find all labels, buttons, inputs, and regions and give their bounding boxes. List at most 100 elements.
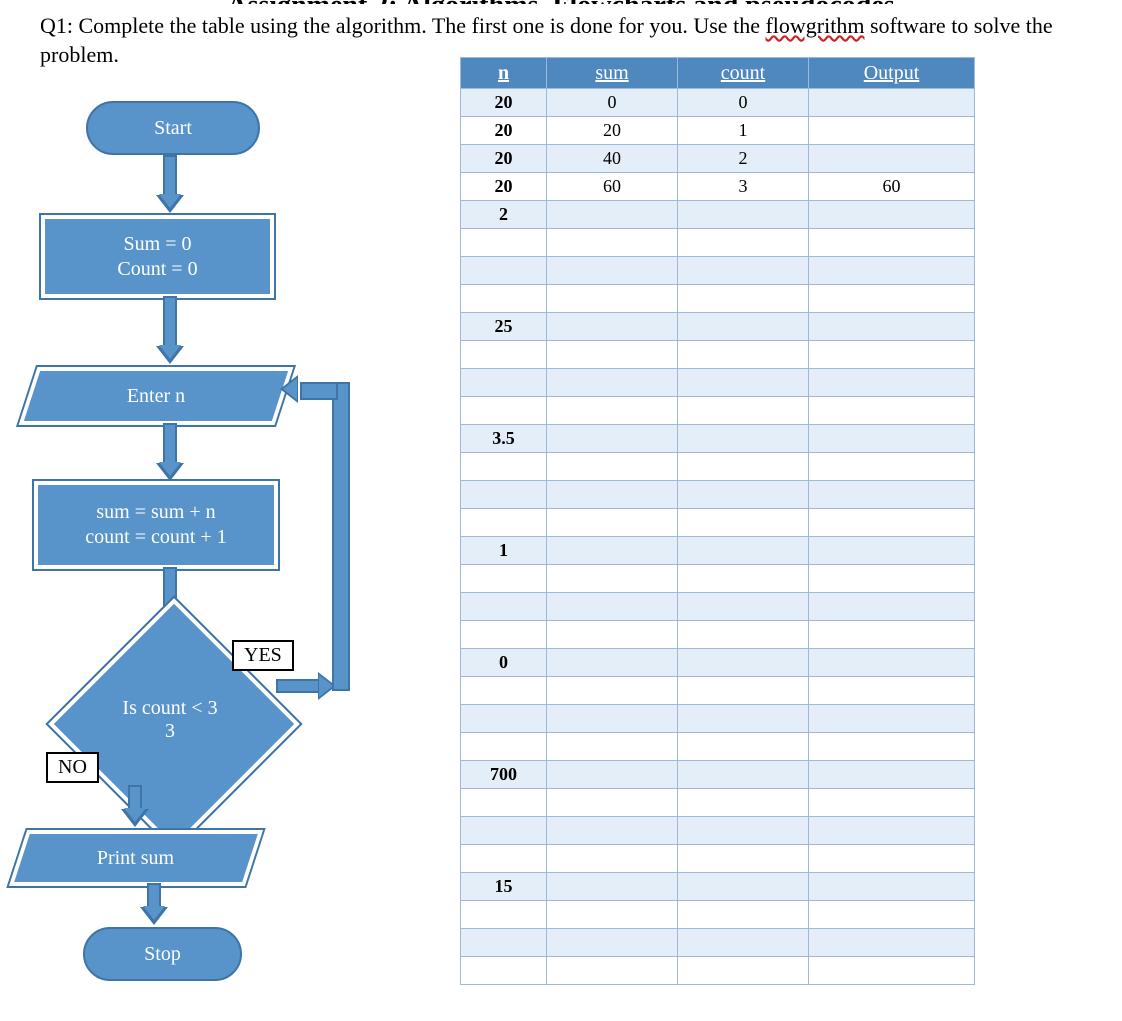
col-count: count [678, 58, 809, 89]
cell-sum [547, 761, 678, 789]
cell-sum [547, 565, 678, 593]
table-row [461, 593, 975, 621]
cell-count [678, 677, 809, 705]
cell-sum [547, 509, 678, 537]
table-row: 2060360 [461, 173, 975, 201]
cell-out [809, 873, 975, 901]
table-row [461, 957, 975, 985]
cell-sum [547, 621, 678, 649]
table-row [461, 369, 975, 397]
table-row: 20201 [461, 117, 975, 145]
cell-out [809, 621, 975, 649]
cell-count [678, 397, 809, 425]
cell-out [809, 117, 975, 145]
cell-count [678, 285, 809, 313]
cell-sum [547, 397, 678, 425]
cell-count [678, 425, 809, 453]
cell-out [809, 957, 975, 985]
cell-n [461, 901, 547, 929]
cell-count [678, 201, 809, 229]
cell-n [461, 817, 547, 845]
cell-out: 60 [809, 173, 975, 201]
cell-n [461, 733, 547, 761]
cell-out [809, 565, 975, 593]
cell-out [809, 817, 975, 845]
cell-sum [547, 285, 678, 313]
cell-n [461, 229, 547, 257]
table-row [461, 817, 975, 845]
cell-out [809, 649, 975, 677]
cell-count [678, 845, 809, 873]
cell-sum [547, 957, 678, 985]
cell-sum [547, 789, 678, 817]
cell-count [678, 929, 809, 957]
cell-n: 1 [461, 537, 547, 565]
cell-out [809, 677, 975, 705]
cell-sum [547, 901, 678, 929]
cell-out [809, 257, 975, 285]
cell-count [678, 649, 809, 677]
cell-sum [547, 845, 678, 873]
cell-n [461, 453, 547, 481]
cell-count [678, 257, 809, 285]
page-title: Assignment 2: Algorithms, Flowcharts and… [0, 0, 1122, 4]
cell-out [809, 397, 975, 425]
cell-sum [547, 341, 678, 369]
cell-n [461, 705, 547, 733]
cell-out [809, 341, 975, 369]
cell-n: 25 [461, 313, 547, 341]
table-row [461, 789, 975, 817]
cell-count [678, 229, 809, 257]
cell-count [678, 733, 809, 761]
cell-sum [547, 453, 678, 481]
question-label: Q1: [40, 13, 73, 38]
table-row [461, 341, 975, 369]
cell-sum [547, 649, 678, 677]
table-row: 1 [461, 537, 975, 565]
cell-sum: 40 [547, 145, 678, 173]
table-row [461, 257, 975, 285]
cell-count [678, 565, 809, 593]
table-row: 15 [461, 873, 975, 901]
cell-sum [547, 593, 678, 621]
table-row: 2 [461, 201, 975, 229]
cell-out [809, 145, 975, 173]
cell-out [809, 201, 975, 229]
cell-out [809, 313, 975, 341]
cell-out [809, 229, 975, 257]
cell-n [461, 621, 547, 649]
table-row: 700 [461, 761, 975, 789]
cell-count: 2 [678, 145, 809, 173]
table-row: 0 [461, 649, 975, 677]
cell-n [461, 509, 547, 537]
cell-count [678, 873, 809, 901]
cell-n: 700 [461, 761, 547, 789]
cell-sum [547, 481, 678, 509]
cell-n: 20 [461, 89, 547, 117]
table-row [461, 481, 975, 509]
io-enter-n: Enter n [19, 367, 294, 425]
cell-n [461, 845, 547, 873]
cell-count [678, 621, 809, 649]
cell-n: 20 [461, 173, 547, 201]
cell-out [809, 285, 975, 313]
cell-n: 15 [461, 873, 547, 901]
cell-out [809, 733, 975, 761]
cell-sum [547, 425, 678, 453]
cell-out [809, 89, 975, 117]
cell-out [809, 593, 975, 621]
table-row [461, 929, 975, 957]
cell-count [678, 817, 809, 845]
cell-n [461, 285, 547, 313]
cell-n [461, 789, 547, 817]
process-init: Sum = 0 Count = 0 [41, 215, 274, 298]
cell-sum [547, 733, 678, 761]
cell-sum [547, 537, 678, 565]
col-sum: sum [547, 58, 678, 89]
table-row [461, 509, 975, 537]
cell-count [678, 901, 809, 929]
cell-sum [547, 313, 678, 341]
col-n: n [461, 58, 547, 89]
table-row: 3.5 [461, 425, 975, 453]
cell-sum [547, 257, 678, 285]
